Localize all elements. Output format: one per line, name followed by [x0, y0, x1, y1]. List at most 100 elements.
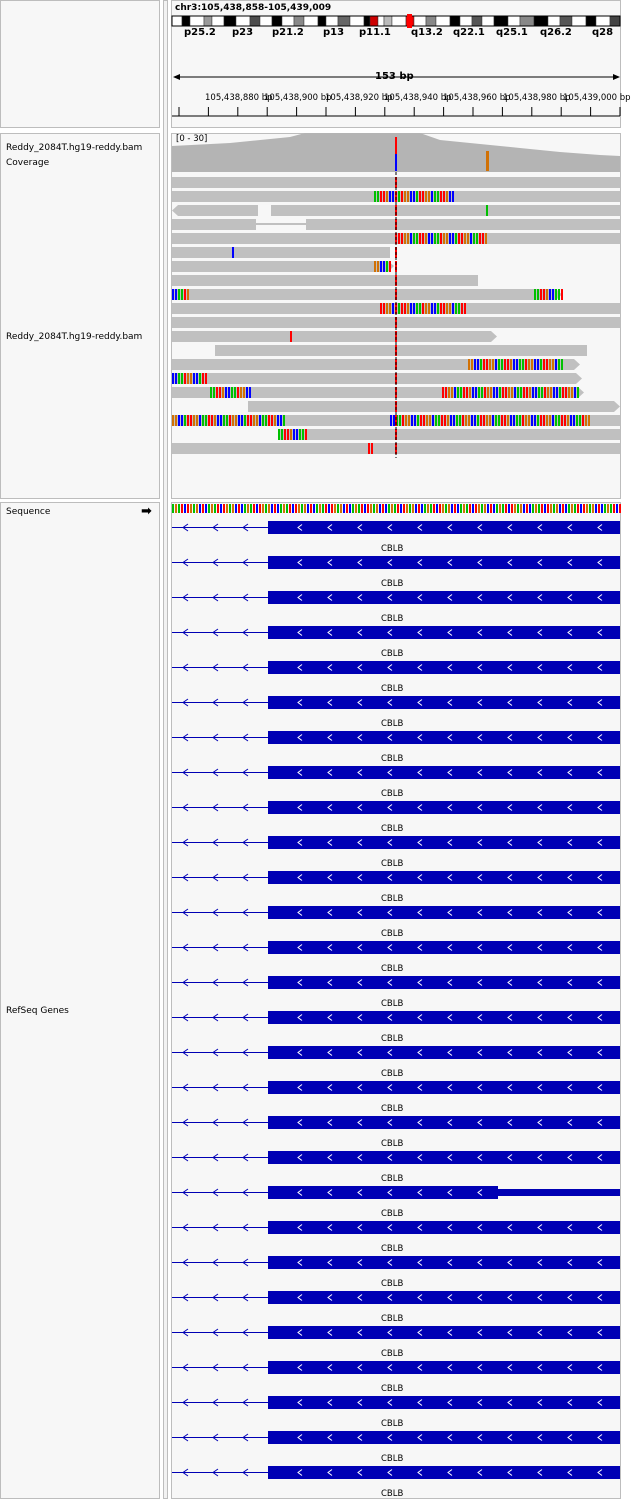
mismatch-base: [404, 233, 406, 244]
sequence-base: [613, 504, 615, 513]
mismatch-base: [481, 387, 483, 398]
sequence-base: [568, 504, 570, 513]
mismatch-base: [535, 387, 537, 398]
sequence-base: [430, 504, 432, 513]
sequence-base: [448, 504, 450, 513]
sequence-base: [619, 504, 621, 513]
aligned-read: [172, 261, 394, 272]
sequence-base: [475, 504, 477, 513]
mismatch-base: [413, 191, 415, 202]
sequence-base: [607, 504, 609, 513]
sequence-base: [508, 504, 510, 513]
mismatch-base: [549, 289, 551, 300]
mismatch-base: [383, 191, 385, 202]
mismatch-base: [175, 415, 177, 426]
sequence-base: [256, 504, 258, 513]
mismatch-base: [274, 415, 276, 426]
mismatch-base: [546, 359, 548, 370]
mismatch-base: [452, 191, 454, 202]
mismatch-base: [459, 415, 461, 426]
mismatch-base: [399, 415, 401, 426]
mismatch-base: [440, 303, 442, 314]
cytoband-segment: [189, 15, 205, 27]
sequence-base: [289, 504, 291, 513]
mismatch-base: [219, 387, 221, 398]
mismatch-base: [202, 415, 204, 426]
mismatch-base: [555, 415, 557, 426]
sequence-base: [295, 504, 297, 513]
sequence-base: [361, 504, 363, 513]
sequence-base: [610, 504, 612, 513]
mismatch-base: [443, 191, 445, 202]
mismatch-base: [523, 387, 525, 398]
sequence-base: [334, 504, 336, 513]
mismatch-base: [501, 415, 503, 426]
mismatch-base: [181, 289, 183, 300]
mismatch-base: [386, 261, 388, 272]
sequence-base: [583, 504, 585, 513]
mismatch-base: [214, 415, 216, 426]
mismatch-base: [471, 415, 473, 426]
mismatch-base: [429, 415, 431, 426]
sequence-base: [490, 504, 492, 513]
mismatch-base: [492, 359, 494, 370]
mismatch-base: [461, 233, 463, 244]
mismatch-base: [265, 415, 267, 426]
cytoband-segment: [533, 15, 549, 27]
mismatch-base: [232, 415, 234, 426]
sequence-base: [469, 504, 471, 513]
sequence-base: [391, 504, 393, 513]
mismatch-base: [565, 387, 567, 398]
sequence-base: [355, 504, 357, 513]
sequence-base: [304, 504, 306, 513]
read-gap: [258, 204, 271, 216]
mismatch-base: [205, 415, 207, 426]
mismatch-base: [528, 415, 530, 426]
mismatch-base: [407, 233, 409, 244]
mismatch-base: [549, 415, 551, 426]
cytoband-segment: [471, 15, 483, 27]
sequence-base: [457, 504, 459, 513]
sequence-base: [259, 504, 261, 513]
mismatch-base: [196, 415, 198, 426]
mismatch-base: [271, 415, 273, 426]
mismatch-base: [486, 205, 488, 216]
igv-canvas[interactable]: [0, 0, 640, 1499]
mismatch-base: [543, 359, 545, 370]
cytoband-segment: [571, 15, 587, 27]
mismatch-base: [522, 415, 524, 426]
mismatch-base: [256, 415, 258, 426]
sequence-base: [298, 504, 300, 513]
mismatch-base: [448, 387, 450, 398]
mismatch-base: [398, 303, 400, 314]
mismatch-base: [262, 415, 264, 426]
mismatch-base: [225, 387, 227, 398]
sequence-base: [328, 504, 330, 513]
mismatch-base: [538, 387, 540, 398]
mismatch-base: [573, 415, 575, 426]
sequence-base: [460, 504, 462, 513]
sequence-base: [544, 504, 546, 513]
mismatch-base: [537, 415, 539, 426]
mismatch-base: [449, 191, 451, 202]
mismatch-base: [287, 429, 289, 440]
mismatch-base: [455, 303, 457, 314]
mismatch-base: [441, 415, 443, 426]
ruler-right-arrow-icon: [613, 74, 620, 80]
sequence-base: [286, 504, 288, 513]
mismatch-base: [446, 191, 448, 202]
mismatch-base: [451, 387, 453, 398]
mismatch-base: [193, 373, 195, 384]
sequence-base: [268, 504, 270, 513]
gene-utr: [498, 1189, 620, 1196]
mismatch-base: [529, 387, 531, 398]
mismatch-base: [540, 289, 542, 300]
mismatch-base: [386, 303, 388, 314]
sequence-base: [421, 504, 423, 513]
mismatch-base: [464, 303, 466, 314]
mismatch-base: [443, 303, 445, 314]
aligned-read: [172, 387, 584, 398]
sequence-base: [547, 504, 549, 513]
sequence-base: [571, 504, 573, 513]
gene-exon: [268, 1186, 498, 1199]
